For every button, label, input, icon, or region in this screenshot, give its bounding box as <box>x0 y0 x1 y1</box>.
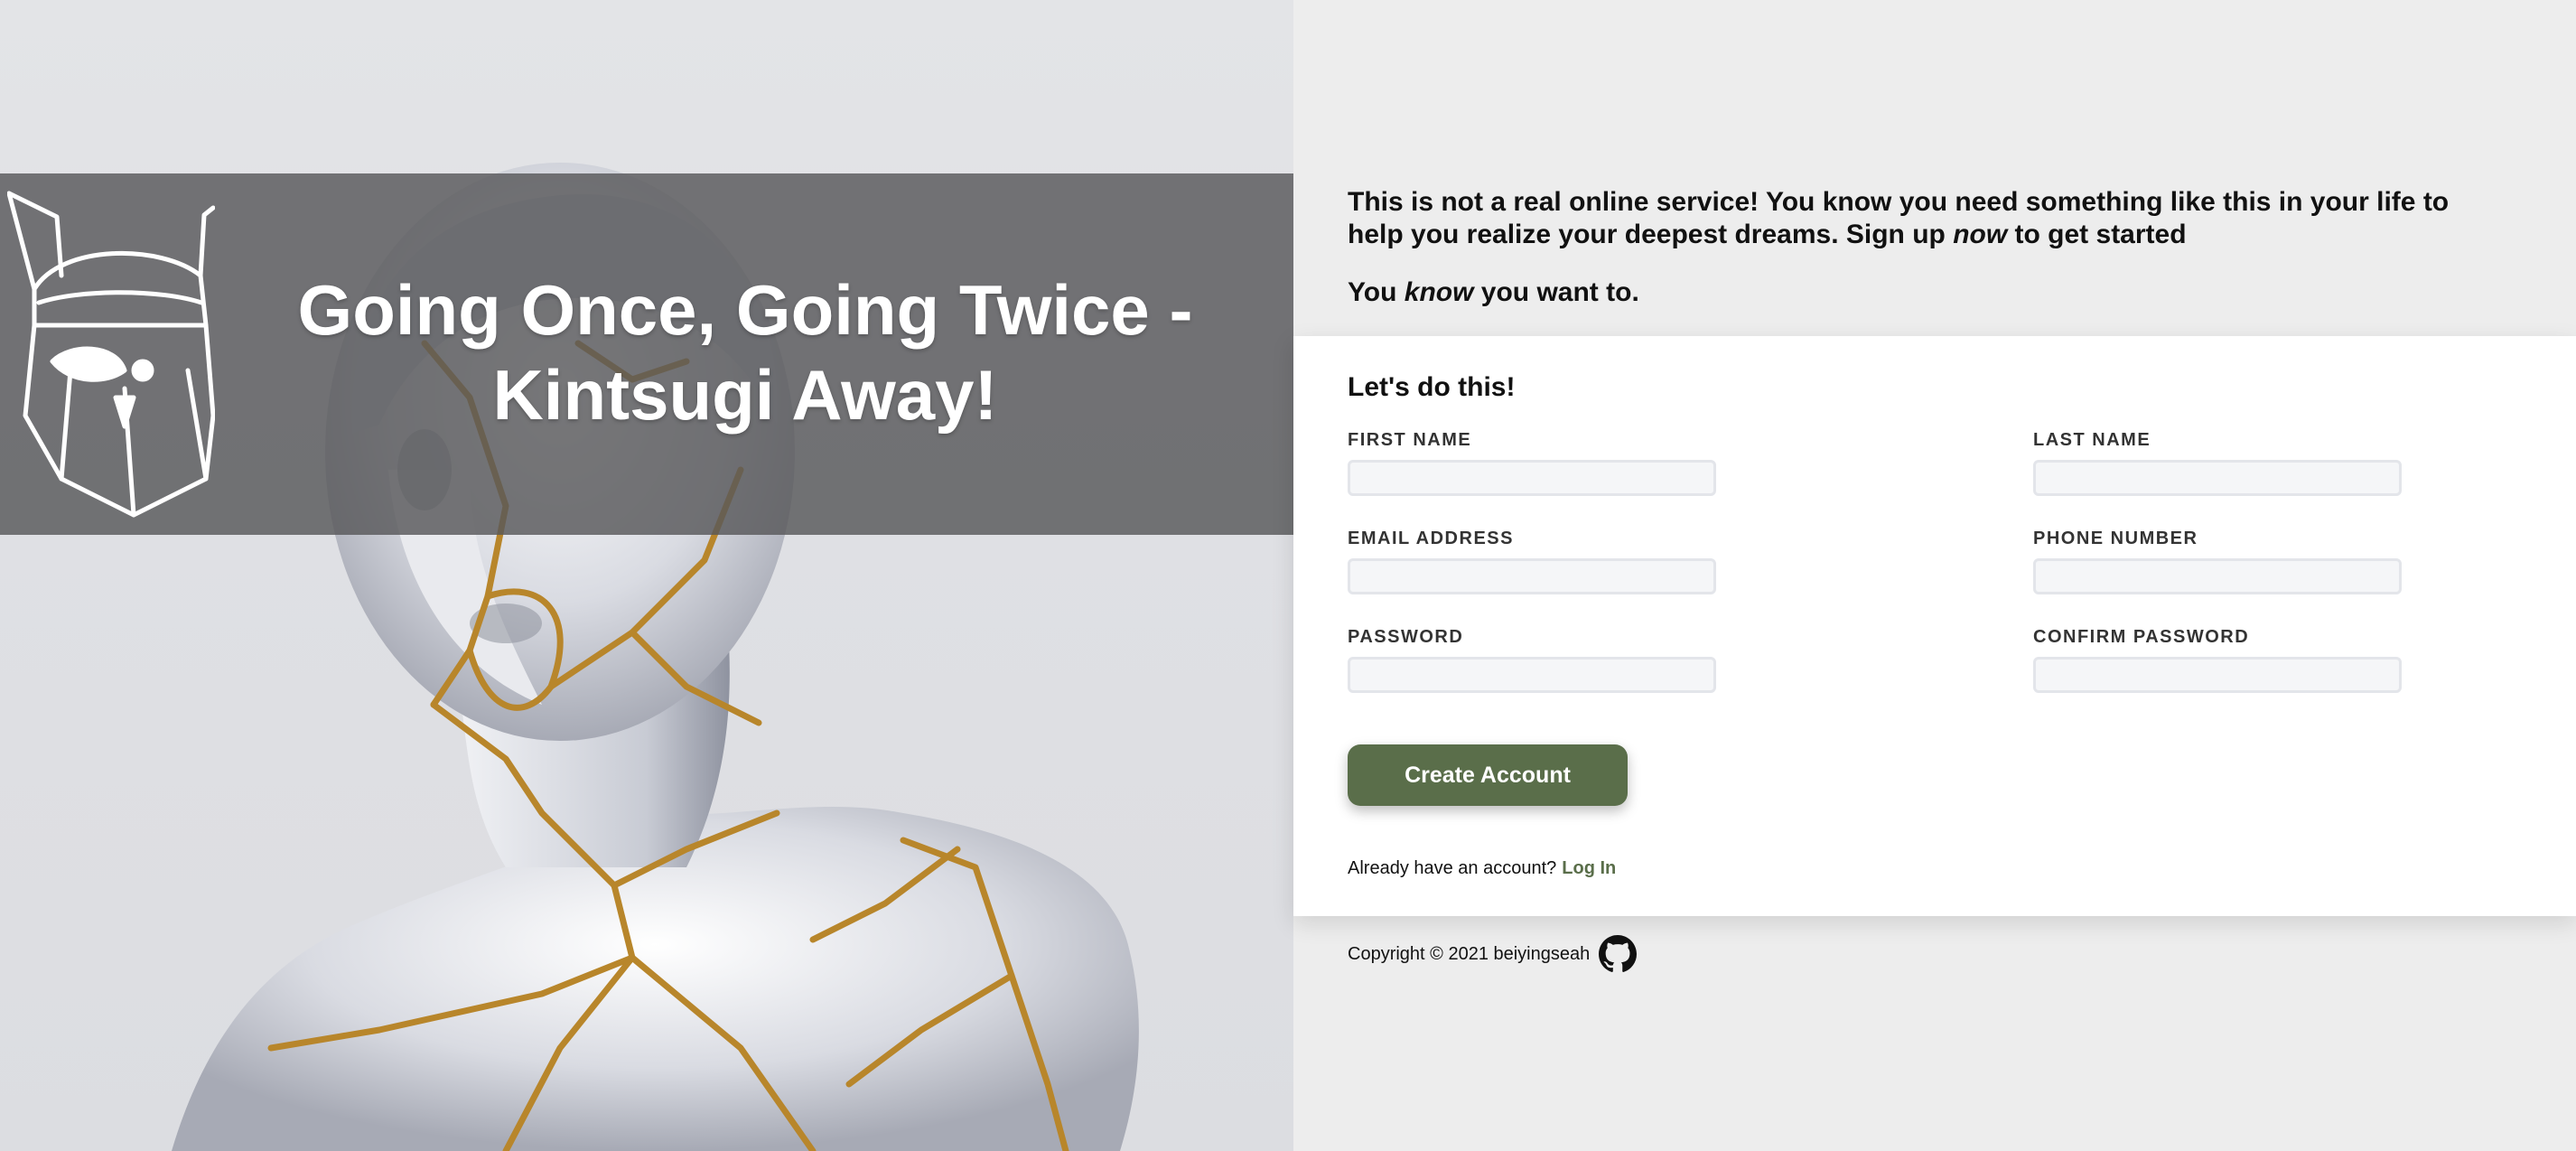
first-name-group: FIRST NAME <box>1348 430 1716 496</box>
email-label: EMAIL ADDRESS <box>1348 529 1514 548</box>
intro-line-2: You know you want to. <box>1348 276 2468 309</box>
github-icon[interactable] <box>1599 935 1638 973</box>
intro-line-2-start: You <box>1348 277 1405 307</box>
intro-line-1-text: This is not a real online service! You k… <box>1348 187 2450 249</box>
intro-emphasis-know: know <box>1404 277 1474 307</box>
last-name-group: LAST NAME <box>2033 430 2402 496</box>
first-name-label: FIRST NAME <box>1348 430 1472 450</box>
bearded-viking-helmet-icon <box>7 191 215 518</box>
hero-title: Going Once, Going Twice - Kintsugi Away! <box>226 267 1265 437</box>
intro-text: This is not a real online service! You k… <box>1348 186 2468 309</box>
phone-label: PHONE NUMBER <box>2033 529 2198 548</box>
phone-field[interactable] <box>2033 558 2402 594</box>
login-link[interactable]: Log In <box>1562 858 1616 878</box>
copyright-text: Copyright © 2021 beiyingseah <box>1348 943 1591 964</box>
last-name-field[interactable] <box>2033 460 2402 496</box>
last-name-label: LAST NAME <box>2033 430 2151 450</box>
hero-title-line2: Kintsugi Away! <box>492 355 998 435</box>
confirm-password-group: CONFIRM PASSWORD <box>2033 627 2402 693</box>
intro-line-1: This is not a real online service! You k… <box>1348 186 2468 251</box>
first-name-field[interactable] <box>1348 460 1716 496</box>
intro-line-1-end: to get started <box>2007 220 2187 249</box>
signup-panel: This is not a real online service! You k… <box>1293 0 2576 1151</box>
intro-emphasis-now: now <box>1953 220 2008 249</box>
confirm-password-label: CONFIRM PASSWORD <box>2033 627 2250 647</box>
confirm-password-field[interactable] <box>2033 657 2402 693</box>
email-field[interactable] <box>1348 558 1716 594</box>
login-prompt: Already have an account? Log In <box>1348 858 1616 879</box>
login-prompt-text: Already have an account? <box>1348 858 1557 878</box>
signup-form: Let's do this! FIRST NAME LAST NAME EMAI… <box>1293 336 2576 916</box>
create-account-button[interactable]: Create Account <box>1348 744 1628 806</box>
footer: Copyright © 2021 beiyingseah <box>1348 934 1638 974</box>
hero-title-line1: Going Once, Going Twice - <box>297 270 1193 350</box>
password-label: PASSWORD <box>1348 627 1464 647</box>
phone-group: PHONE NUMBER <box>2033 529 2402 594</box>
intro-line-2-end: you want to. <box>1473 277 1639 307</box>
password-group: PASSWORD <box>1348 627 1716 693</box>
form-heading: Let's do this! <box>1348 372 1516 402</box>
password-field[interactable] <box>1348 657 1716 693</box>
email-group: EMAIL ADDRESS <box>1348 529 1716 594</box>
hero-section: Going Once, Going Twice - Kintsugi Away! <box>0 0 1293 1151</box>
